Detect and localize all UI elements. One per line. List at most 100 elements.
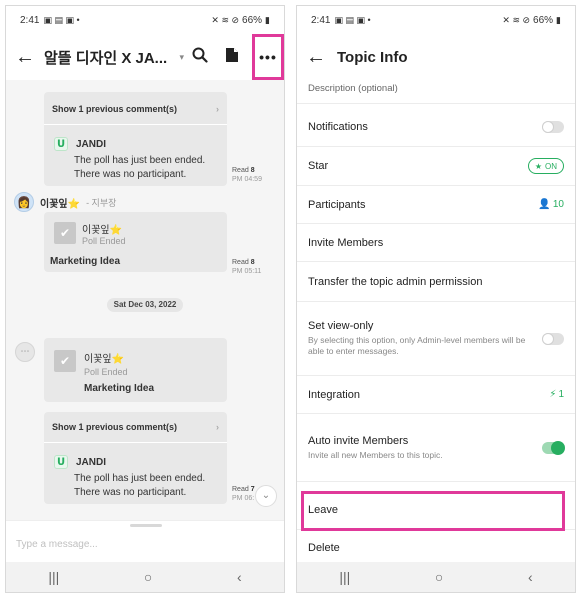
scroll-down-button[interactable]: ⌄ (255, 485, 277, 507)
auto-invite-text: Auto invite Members Invite all new Membe… (308, 435, 542, 461)
plug-icon: ⚡ (549, 389, 557, 400)
read-receipt: Read 7 PM 06: (232, 485, 255, 503)
poll-title: Marketing Idea (84, 383, 155, 394)
message-time: PM 05:11 (232, 268, 262, 275)
delete-button[interactable]: Delete (308, 542, 564, 554)
auto-invite-row[interactable]: Auto invite Members Invite all new Membe… (297, 414, 575, 482)
settings-list[interactable]: Description (optional) Notifications Sta… (297, 80, 575, 564)
poll-card[interactable]: ✔ 이꽃잎⭐ Poll Ended Marketing Idea (44, 212, 227, 272)
message-sender[interactable]: 👩 이꽃잎⭐ - 지부장 (14, 192, 116, 212)
status-bar: 2:41 ▣ ▤ ▣ • ✕ ≋ ⊘ 66% ▮ (297, 6, 575, 34)
description-row[interactable]: Description (optional) (297, 74, 575, 104)
chat-header: ← 알뜰 디자인 X JA... ▾ ••• (6, 34, 284, 80)
star-toggle[interactable]: ★ ON (527, 158, 564, 174)
message-input[interactable] (16, 539, 256, 550)
comment-card[interactable]: Show 1 previous comment(s) › ᑌ JANDI The … (44, 412, 227, 504)
star-label: Star (308, 160, 329, 172)
divider (44, 124, 227, 125)
sender-role: - 지부장 (86, 197, 117, 208)
message-line: There was no participant. (74, 487, 187, 498)
file-icon[interactable] (216, 47, 248, 68)
set-view-only-description: By selecting this option, only Admin-lev… (308, 335, 526, 356)
more-options-button[interactable]: ••• (252, 34, 284, 80)
show-previous-label: Show 1 previous comment(s) (52, 104, 178, 114)
auto-invite-label: Auto invite Members (308, 434, 409, 447)
star-state: ON (545, 161, 557, 171)
home-icon[interactable]: ○ (144, 569, 152, 585)
message-line: There was no participant. (74, 169, 187, 180)
system-nav-bar: ||| ○ ‹ (6, 562, 284, 592)
poll-check-icon: ✔ (54, 222, 76, 244)
jandi-name: JANDI (76, 457, 107, 468)
show-previous-comments[interactable]: Show 1 previous comment(s) › (52, 422, 219, 432)
battery-level: 66% (533, 14, 554, 26)
poll-check-icon: ✔ (54, 350, 76, 372)
system-nav-bar: ||| ○ ‹ (297, 562, 575, 592)
home-icon[interactable]: ○ (435, 569, 443, 585)
topic-title[interactable]: 알뜰 디자인 X JA... (44, 47, 175, 68)
jandi-message: The poll has just been ended. There was … (74, 472, 205, 500)
set-view-only-label: Set view-only (308, 320, 374, 332)
message-list[interactable]: Show 1 previous comment(s) › ᑌ JANDI The … (6, 80, 284, 520)
participants-count: 👤 10 (538, 199, 564, 210)
set-view-only-row[interactable]: Set view-only By selecting this option, … (297, 302, 575, 376)
search-icon[interactable] (184, 47, 216, 68)
view-only-toggle[interactable] (542, 332, 564, 345)
notifications-toggle[interactable] (542, 121, 564, 133)
date-separator: Sat Dec 03, 2022 (107, 298, 183, 312)
chat-screen: 2:41 ▣ ▤ ▣ • ✕ ≋ ⊘ 66% ▮ ← 알뜰 디자인 X JA..… (5, 5, 285, 593)
divider (44, 442, 227, 443)
jandi-sender: ᑌ JANDI (54, 452, 106, 470)
chevron-right-icon: › (216, 104, 219, 114)
delete-row[interactable]: Delete (297, 530, 575, 566)
participants-label: Participants (308, 198, 366, 211)
notification-icons: ▣ ▤ ▣ • (43, 14, 80, 25)
person-icon: 👤 (538, 199, 551, 210)
poll-status: Poll Ended (84, 367, 128, 377)
poll-title: Marketing Idea (50, 256, 121, 267)
description-label: Description (optional) (308, 83, 398, 94)
mute-wifi-icons: ✕ ≋ ⊘ (211, 14, 240, 25)
back-arrow-icon[interactable]: ← (6, 46, 44, 69)
poll-author: 이꽃잎⭐ (84, 354, 125, 365)
back-arrow-icon[interactable]: ← (297, 46, 335, 69)
set-view-only-text: Set view-only By selecting this option, … (308, 320, 528, 357)
avatar[interactable]: 👩 (14, 192, 34, 212)
star-row[interactable]: Star ★ ON (297, 147, 575, 186)
transfer-admin-row[interactable]: Transfer the topic admin permission (297, 262, 575, 302)
read-label: Read (232, 486, 249, 493)
notifications-label: Notifications (308, 121, 368, 133)
transfer-admin-label: Transfer the topic admin permission (308, 275, 483, 288)
message-time: PM 06: (232, 495, 255, 502)
jandi-name: JANDI (76, 139, 107, 150)
drag-handle[interactable] (130, 524, 162, 527)
battery-level: 66% (242, 14, 263, 26)
poll-author: 이꽃잎⭐ (82, 225, 123, 236)
star-icon: ★ (534, 161, 542, 171)
read-count: 7 (250, 486, 255, 493)
chevron-right-icon: › (216, 422, 219, 432)
recent-apps-icon[interactable]: ||| (48, 569, 59, 585)
status-time: 2:41 (20, 14, 40, 26)
comment-card[interactable]: Show 1 previous comment(s) › ᑌ JANDI The … (44, 92, 227, 186)
battery-icon: ▮ (265, 14, 270, 25)
participants-row[interactable]: Participants 👤 10 (297, 186, 575, 224)
back-nav-icon[interactable]: ‹ (237, 569, 242, 585)
status-bar: 2:41 ▣ ▤ ▣ • ✕ ≋ ⊘ 66% ▮ (6, 6, 284, 34)
recent-apps-icon[interactable]: ||| (339, 569, 350, 585)
show-previous-comments[interactable]: Show 1 previous comment(s) › (52, 104, 219, 114)
auto-invite-toggle[interactable] (542, 440, 565, 455)
message-line: The poll has just been ended. (74, 155, 206, 166)
auto-invite-description: Invite all new Members to this topic. (308, 449, 443, 460)
topic-info-screen: 2:41 ▣ ▤ ▣ • ✕ ≋ ⊘ 66% ▮ ← Topic Info De… (296, 5, 576, 593)
integration-number: 1 (558, 389, 564, 400)
read-count: 8 (250, 167, 255, 174)
notifications-row[interactable]: Notifications (297, 108, 575, 147)
more-menu-wrapper: ••• (248, 34, 284, 80)
poll-card[interactable]: ✔ 이꽃잎⭐ Poll Ended Marketing Idea (44, 338, 227, 402)
integration-row[interactable]: Integration ⚡ 1 (297, 376, 575, 414)
invite-members-row[interactable]: Invite Members (297, 224, 575, 262)
back-nav-icon[interactable]: ‹ (528, 569, 533, 585)
notification-icons: ▣ ▤ ▣ • (334, 14, 371, 25)
sender-name: 이꽃잎⭐ (40, 198, 81, 210)
